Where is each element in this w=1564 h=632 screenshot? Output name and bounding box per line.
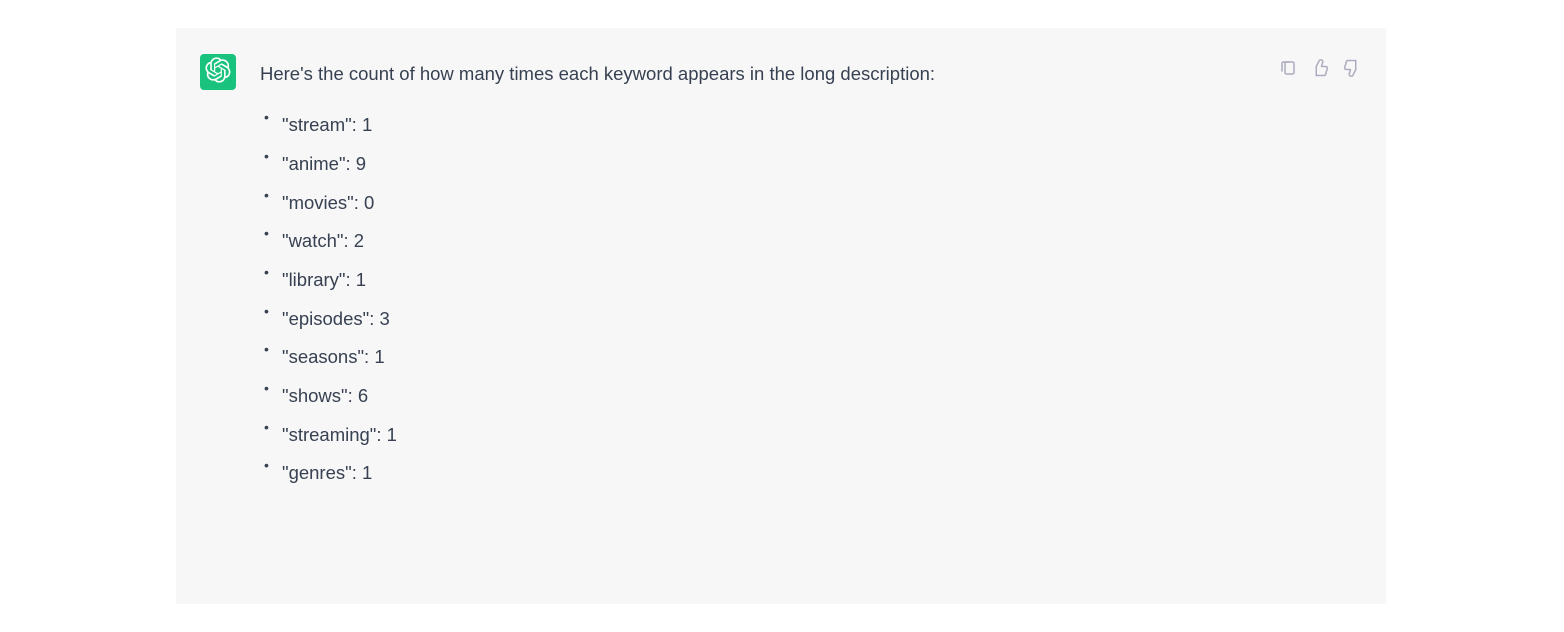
thumbs-down-button[interactable] [1342,60,1362,80]
openai-logo-icon [205,57,231,88]
list-item: "shows": 6 [260,382,1362,411]
copy-button[interactable] [1278,60,1298,80]
assistant-avatar [200,54,236,90]
clipboard-icon [1279,59,1297,82]
message-actions [1278,60,1362,80]
message-content: Here's the count of how many times each … [260,52,1362,498]
list-item: "streaming": 1 [260,421,1362,450]
assistant-message-row: Here's the count of how many times each … [200,52,1362,498]
message-intro-text: Here's the count of how many times each … [260,58,1362,89]
list-item: "stream": 1 [260,111,1362,140]
thumbs-up-button[interactable] [1310,60,1330,80]
list-item: "episodes": 3 [260,305,1362,334]
list-item: "seasons": 1 [260,343,1362,372]
list-item: "watch": 2 [260,227,1362,256]
thumbs-down-icon [1343,59,1361,82]
list-item: "library": 1 [260,266,1362,295]
keyword-count-list: "stream": 1 "anime": 9 "movies": 0 "watc… [260,111,1362,488]
list-item: "anime": 9 [260,150,1362,179]
list-item: "movies": 0 [260,189,1362,218]
chat-message-container: Here's the count of how many times each … [176,28,1386,604]
list-item: "genres": 1 [260,459,1362,488]
thumbs-up-icon [1311,59,1329,82]
